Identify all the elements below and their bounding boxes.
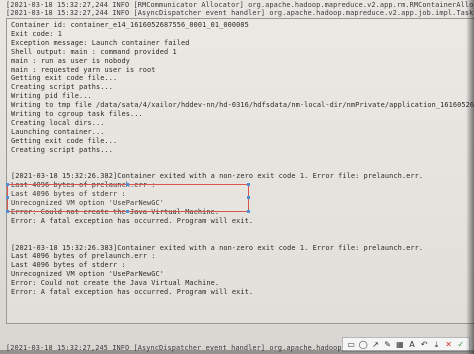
log-line: Shell output: main : command provided 1 (11, 47, 177, 56)
resize-handle-left[interactable] (6, 196, 9, 199)
log-line: Last 4096 bytes of prelaunch.err : (11, 252, 156, 261)
log-line: Creating script paths... (11, 145, 113, 154)
resize-handle-bottom[interactable] (126, 210, 129, 213)
log-line: Writing pid file... (11, 92, 92, 101)
resize-handle-right[interactable] (247, 196, 250, 199)
log-header-line-2: [2021-03-18 15:32:27,244 INFO [AsyncDisp… (6, 9, 474, 17)
screenshot-viewport: [2021-03-18 15:32:27,244 INFO [RMCommuni… (0, 0, 474, 354)
resize-handle-top-left[interactable] (6, 183, 9, 186)
selection-highlight-box[interactable] (6, 183, 250, 213)
text-tool-icon[interactable]: A (407, 339, 418, 350)
confirm-icon[interactable]: ✓ (455, 339, 466, 350)
monitor-bezel-bottom (0, 350, 474, 354)
log-line: Launching container... (11, 127, 105, 136)
save-icon[interactable]: ⤓ (431, 339, 442, 350)
log-line: [2021-03-18 15:32:26.383]Container exite… (11, 243, 424, 252)
log-line: Error: A fatal exception has occurred. P… (11, 216, 254, 225)
arrow-tool-icon[interactable]: ↗ (370, 339, 381, 350)
log-line: Getting exit code file... (11, 136, 118, 145)
ellipse-tool-icon[interactable]: ◯ (358, 339, 369, 350)
log-line: Exception message: Launch container fail… (11, 38, 190, 47)
rectangle-tool-icon[interactable]: ▭ (346, 339, 357, 350)
log-line: Creating local dirs... (11, 118, 105, 127)
cancel-icon[interactable]: ✕ (443, 339, 454, 350)
log-line: Last 4096 bytes of stderr : (11, 261, 126, 270)
log-line: Error: A fatal exception has occurred. P… (11, 288, 254, 296)
resize-handle-bottom-left[interactable] (6, 210, 9, 213)
log-line: Creating script paths... (11, 83, 113, 92)
resize-handle-bottom-right[interactable] (247, 210, 250, 213)
log-line: Unrecognized VM option 'UseParNewGC' (11, 270, 164, 279)
log-line: Container id: container_e14_161605268755… (11, 21, 249, 29)
container-diagnostics-panel: Container id: container_e14_161605268755… (6, 18, 474, 324)
resize-handle-top[interactable] (126, 183, 129, 186)
log-line: Exit code: 1 (11, 29, 62, 38)
monitor-bezel (466, 0, 474, 354)
log-line: Writing to tmp file /data/sata/4/xailor/… (11, 101, 474, 110)
log-line: main : requested yarn user is root (11, 65, 156, 74)
pen-tool-icon[interactable]: ✎ (382, 339, 393, 350)
log-line: Writing to cgroup task files... (11, 110, 143, 118)
mosaic-tool-icon[interactable]: ▦ (394, 339, 405, 350)
log-line: Getting exit code file... (11, 74, 118, 83)
log-line: Error: Could not create the Java Virtual… (11, 279, 220, 288)
log-header-line-1: [2021-03-18 15:32:27,244 INFO [RMCommuni… (6, 1, 474, 9)
undo-icon[interactable]: ↶ (419, 339, 430, 350)
log-line: main : run as user is nobody (11, 56, 130, 65)
log-line: [2021-03-18 15:32:26.382]Container exite… (11, 172, 424, 181)
resize-handle-top-right[interactable] (247, 183, 250, 186)
